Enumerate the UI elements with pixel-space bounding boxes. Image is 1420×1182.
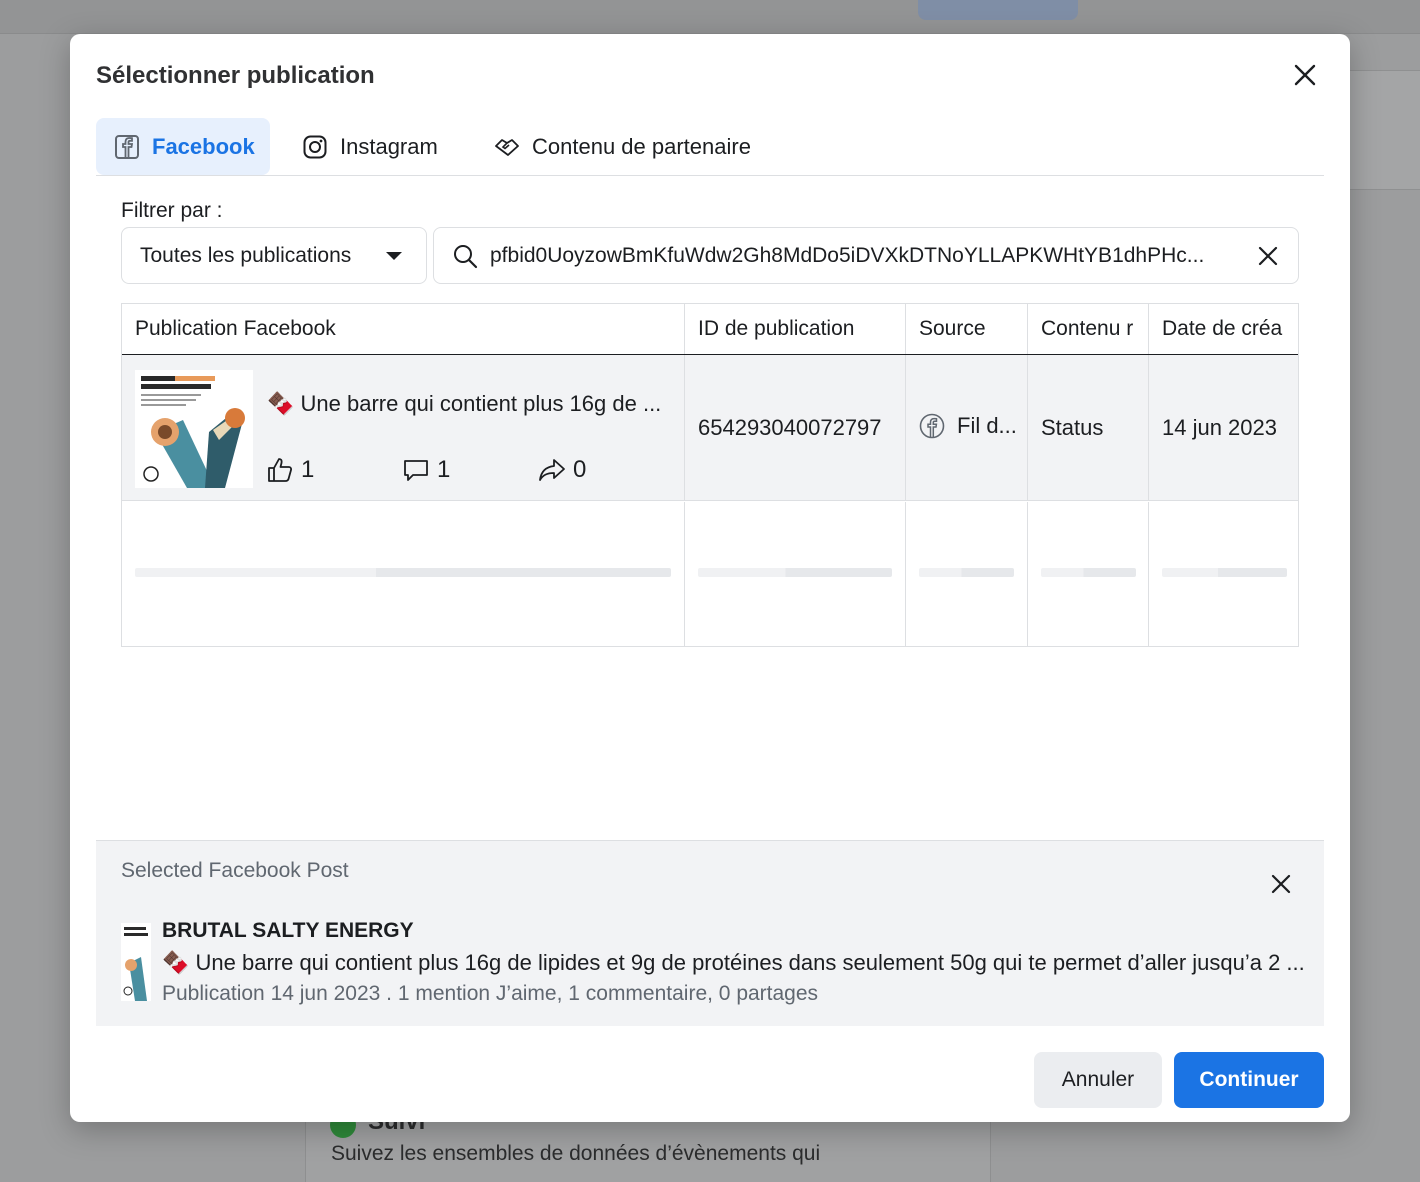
search-input[interactable] bbox=[490, 238, 1242, 274]
skeleton-cell bbox=[906, 502, 1028, 647]
filter-label: Filtrer par : bbox=[121, 199, 223, 222]
close-icon[interactable] bbox=[1290, 60, 1320, 90]
background-card-text: Suivez les ensembles de données d’évènem… bbox=[331, 1142, 821, 1165]
table-row[interactable]: 🍫 Une barre qui contient plus 16g de ...… bbox=[122, 355, 1298, 501]
tab-partner-content[interactable]: Contenu de partenaire bbox=[494, 118, 751, 175]
source-value: Fil d... bbox=[919, 413, 1017, 439]
background-top-button bbox=[918, 0, 1078, 20]
clear-search-icon[interactable] bbox=[1256, 244, 1280, 268]
comment-icon bbox=[404, 460, 428, 481]
skeleton-cell bbox=[122, 502, 685, 647]
column-header-date[interactable]: Date de créa bbox=[1149, 304, 1298, 354]
content-type: Status bbox=[1041, 415, 1104, 440]
instagram-icon bbox=[302, 134, 328, 160]
selected-post-text: 🍫 Une barre qui contient plus 16g de lip… bbox=[162, 950, 1305, 975]
share-icon bbox=[539, 459, 565, 481]
loading-row bbox=[122, 502, 1298, 647]
column-header-content[interactable]: Contenu r bbox=[1028, 304, 1149, 354]
skeleton-cell bbox=[1028, 502, 1149, 647]
skeleton-cell bbox=[685, 502, 906, 647]
selected-post-panel: Selected Facebook Post BRUTAL SALTY ENER… bbox=[96, 840, 1324, 1026]
content-cell: Status bbox=[1028, 355, 1149, 501]
likes-count: 1 bbox=[301, 456, 315, 483]
tab-facebook[interactable]: Facebook bbox=[96, 118, 270, 175]
post-cell: 🍫 Une barre qui contient plus 16g de ...… bbox=[122, 355, 685, 501]
post-id-cell: 654293040072797 bbox=[685, 355, 906, 501]
tab-label: Facebook bbox=[152, 133, 255, 159]
filter-dropdown[interactable]: Toutes les publications bbox=[121, 227, 427, 284]
facebook-icon bbox=[114, 134, 140, 160]
skeleton-bar bbox=[1041, 568, 1136, 577]
posts-table: Publication Facebook ID de publication S… bbox=[121, 303, 1299, 647]
post-id: 654293040072797 bbox=[698, 415, 882, 440]
post-text: 🍫 Une barre qui contient plus 16g de ... bbox=[267, 391, 662, 416]
date-cell: 14 jun 2023 bbox=[1149, 355, 1298, 501]
tab-label: Instagram bbox=[340, 133, 438, 159]
caret-down-icon bbox=[386, 252, 402, 260]
source-text: Fil d... bbox=[957, 413, 1017, 438]
shares-stat: 0 bbox=[537, 455, 586, 485]
continue-button[interactable]: Continuer bbox=[1174, 1052, 1324, 1108]
tab-instagram[interactable]: Instagram bbox=[302, 118, 438, 175]
comments-stat: 1 bbox=[401, 455, 450, 485]
search-icon bbox=[452, 243, 478, 269]
handshake-icon bbox=[494, 134, 520, 160]
source-cell: Fil d... bbox=[906, 355, 1028, 501]
background-topbar bbox=[0, 0, 1420, 34]
source-tabs: Facebook Instagram Contenu de partenaire bbox=[96, 118, 1324, 176]
page-name: BRUTAL SALTY ENERGY bbox=[162, 919, 414, 942]
skeleton-bar bbox=[698, 568, 892, 577]
remove-selection-icon[interactable] bbox=[1268, 871, 1294, 897]
selected-post-label: Selected Facebook Post bbox=[121, 859, 349, 882]
created-date: 14 jun 2023 bbox=[1162, 415, 1277, 440]
facebook-circle-icon bbox=[919, 413, 945, 439]
dropdown-value: Toutes les publications bbox=[140, 243, 352, 267]
column-header-id[interactable]: ID de publication bbox=[685, 304, 906, 354]
skeleton-bar bbox=[135, 568, 671, 577]
post-thumbnail bbox=[135, 370, 253, 488]
likes-stat: 1 bbox=[265, 455, 314, 485]
cancel-button[interactable]: Annuler bbox=[1034, 1052, 1162, 1108]
shares-count: 0 bbox=[573, 456, 587, 483]
skeleton-bar bbox=[919, 568, 1014, 577]
column-header-source[interactable]: Source bbox=[906, 304, 1028, 354]
search-field bbox=[433, 227, 1299, 284]
tab-label: Contenu de partenaire bbox=[532, 133, 751, 159]
skeleton-cell bbox=[1149, 502, 1298, 647]
column-header-post[interactable]: Publication Facebook bbox=[122, 304, 685, 354]
selected-post-meta: Publication 14 jun 2023 . 1 mention J’ai… bbox=[162, 982, 819, 1005]
skeleton-bar bbox=[1162, 568, 1287, 577]
like-icon bbox=[268, 458, 293, 482]
table-header: Publication Facebook ID de publication S… bbox=[122, 304, 1298, 355]
comments-count: 1 bbox=[437, 456, 451, 483]
select-post-dialog: Sélectionner publication Facebook Instag… bbox=[70, 34, 1350, 1122]
selected-post-thumbnail bbox=[121, 923, 151, 1001]
dialog-title: Sélectionner publication bbox=[96, 62, 375, 89]
